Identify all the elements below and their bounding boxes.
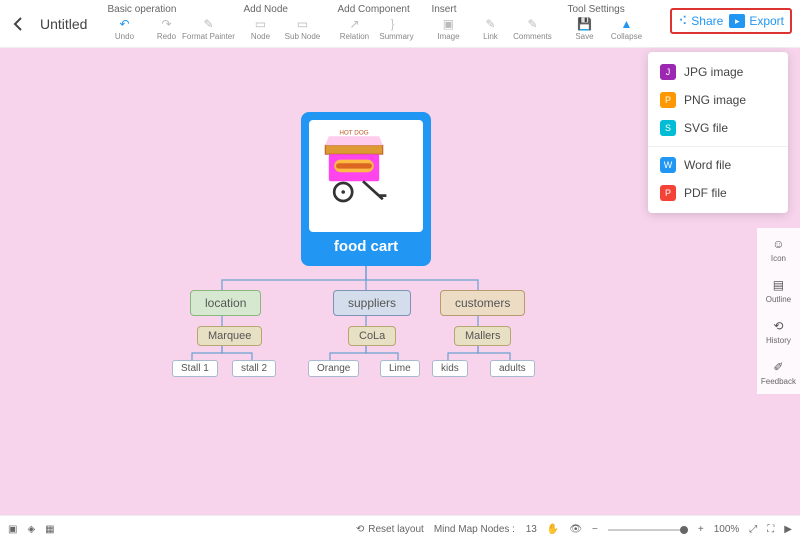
rail-feedback[interactable]: ✐Feedback (761, 359, 796, 386)
collapse-button[interactable]: ▲Collapse (609, 17, 643, 41)
node-lime[interactable]: Lime (380, 360, 420, 377)
jpg-icon: J (660, 64, 676, 80)
footer-theme-button[interactable]: ◈ (27, 524, 35, 535)
svg-icon: S (660, 120, 676, 136)
back-button[interactable] (8, 4, 28, 44)
node-stall-1[interactable]: Stall 1 (172, 360, 218, 377)
feedback-icon: ✐ (770, 359, 786, 375)
rail-outline[interactable]: ▤Outline (761, 277, 796, 304)
footer-layout-button[interactable]: ▦ (45, 524, 54, 535)
export-png[interactable]: PPNG image (648, 86, 788, 114)
node-mallers[interactable]: Mallers (454, 326, 511, 346)
app-header: Untitled Basic operation ↶Undo ↷Redo ✎Fo… (0, 0, 800, 48)
toolbar-group-add-component: Add Component ↗Relation ｝Summary (337, 4, 413, 41)
rail-history[interactable]: ⟲History (761, 318, 796, 345)
export-pdf[interactable]: PPDF file (648, 179, 788, 207)
png-icon: P (660, 92, 676, 108)
toolbar-group-tool-settings: Tool Settings 💾Save ▲Collapse (567, 4, 643, 41)
share-button[interactable]: ⠪ Share (678, 14, 723, 28)
export-word[interactable]: WWord file (648, 151, 788, 179)
word-icon: W (660, 157, 676, 173)
side-rail: ☺Icon ▤Outline ⟲History ✐Feedback (757, 228, 800, 394)
eye-icon[interactable]: 👁 (569, 524, 582, 535)
sub-node-button[interactable]: ▭Sub Node (285, 17, 319, 41)
format-painter-button[interactable]: ✎Format Painter (191, 17, 225, 41)
summary-button[interactable]: ｝Summary (379, 17, 413, 41)
node-stall-2[interactable]: stall 2 (232, 360, 276, 377)
svg-text:HOT DOG: HOT DOG (339, 129, 368, 136)
node-marquee[interactable]: Marquee (197, 326, 262, 346)
root-image: HOT DOG (309, 120, 423, 232)
node-customers[interactable]: customers (440, 290, 525, 316)
export-separator (648, 146, 788, 147)
save-button[interactable]: 💾Save (567, 17, 601, 41)
node-suppliers[interactable]: suppliers (333, 290, 411, 316)
export-icon: ▸ (729, 14, 745, 28)
share-export-group: ⠪ Share ▸ Export (670, 8, 792, 34)
node-button[interactable]: ▭Node (243, 17, 277, 41)
comments-button[interactable]: ✎Comments (515, 17, 549, 41)
zoom-in-button[interactable]: + (698, 524, 704, 535)
node-cola[interactable]: CoLa (348, 326, 396, 346)
redo-button[interactable]: ↷Redo (149, 17, 183, 41)
root-node[interactable]: HOT DOG food cart (301, 112, 431, 266)
zoom-out-button[interactable]: − (592, 524, 598, 535)
smile-icon: ☺ (770, 236, 786, 252)
zoom-slider[interactable] (608, 529, 688, 531)
fit-button[interactable]: ⤢ (749, 524, 757, 535)
hand-icon[interactable]: ✋ (547, 524, 559, 535)
zoom-value: 100% (714, 524, 740, 535)
chevron-left-icon (12, 17, 24, 31)
toolbar: Basic operation ↶Undo ↷Redo ✎Format Pain… (107, 4, 670, 41)
node-location[interactable]: location (190, 290, 261, 316)
export-jpg[interactable]: JJPG image (648, 58, 788, 86)
relation-button[interactable]: ↗Relation (337, 17, 371, 41)
image-button[interactable]: ▣Image (431, 17, 465, 41)
export-button[interactable]: ▸ Export (729, 14, 784, 28)
history-icon: ⟲ (770, 318, 786, 334)
node-count: Mind Map Nodes : 13 (434, 524, 537, 535)
food-cart-icon: HOT DOG (309, 120, 399, 210)
link-button[interactable]: ✎Link (473, 17, 507, 41)
pdf-icon: P (660, 185, 676, 201)
undo-button[interactable]: ↶Undo (107, 17, 141, 41)
status-bar: ▣ ◈ ▦ ⟲Reset layout Mind Map Nodes : 13 … (0, 515, 800, 543)
root-label: food cart (334, 238, 398, 255)
toolbar-group-insert: Insert ▣Image ✎Link ✎Comments (431, 4, 549, 41)
footer-view-button[interactable]: ▣ (8, 524, 17, 535)
reset-layout-button[interactable]: ⟲Reset layout (356, 524, 424, 535)
share-icon: ⠪ (678, 14, 687, 28)
outline-icon: ▤ (770, 277, 786, 293)
present-button[interactable]: ▶ (784, 524, 792, 535)
toolbar-group-add-node: Add Node ▭Node ▭Sub Node (243, 4, 319, 41)
node-kids[interactable]: kids (432, 360, 468, 377)
toolbar-group-basic: Basic operation ↶Undo ↷Redo ✎Format Pain… (107, 4, 225, 41)
node-adults[interactable]: adults (490, 360, 535, 377)
fullscreen-button[interactable]: ⛶ (767, 524, 774, 535)
node-orange[interactable]: Orange (308, 360, 359, 377)
document-title[interactable]: Untitled (40, 4, 87, 44)
export-dropdown: JJPG image PPNG image SSVG file WWord fi… (648, 52, 788, 213)
zoom-thumb[interactable] (680, 526, 688, 534)
export-svg[interactable]: SSVG file (648, 114, 788, 142)
rail-icon[interactable]: ☺Icon (761, 236, 796, 263)
